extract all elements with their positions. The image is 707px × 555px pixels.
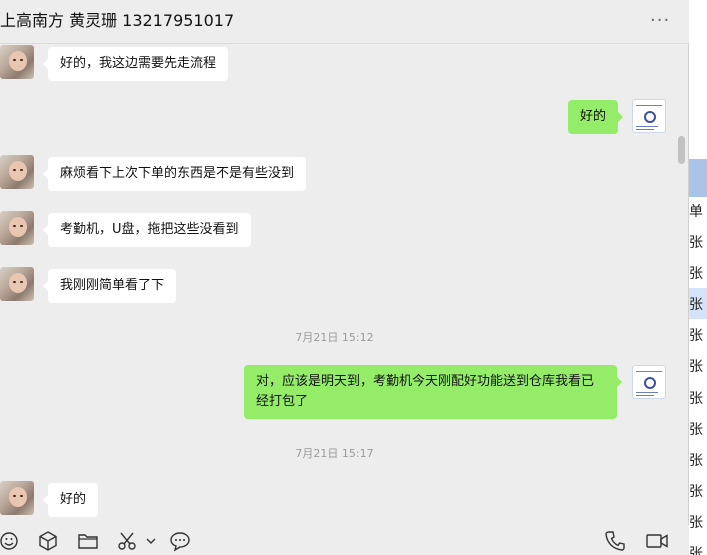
message-list[interactable]: 好的，我这边需要先走流程 好的 麻烦看下上次下单的东西是不是有些没到 考勤机，U… bbox=[0, 45, 689, 517]
emoji-icon[interactable] bbox=[0, 530, 22, 552]
conversation-item[interactable]: 张 bbox=[689, 288, 707, 319]
message-timestamp: 7月21日 15:17 bbox=[295, 447, 374, 460]
contact-avatar[interactable] bbox=[0, 211, 34, 245]
chat-bubble-icon[interactable] bbox=[169, 530, 191, 552]
conversation-item[interactable]: 张 bbox=[689, 382, 707, 413]
folder-icon[interactable] bbox=[77, 530, 99, 552]
more-options-icon[interactable]: ··· bbox=[650, 10, 670, 31]
scissors-icon[interactable] bbox=[117, 530, 139, 552]
phone-icon[interactable] bbox=[604, 530, 626, 552]
conversation-item[interactable]: 张 bbox=[689, 475, 707, 506]
conversation-item[interactable]: 单 bbox=[689, 195, 707, 226]
video-icon[interactable] bbox=[645, 530, 669, 552]
conversation-item[interactable]: 张 bbox=[689, 319, 707, 350]
conversation-item[interactable]: 张 bbox=[689, 537, 707, 555]
contact-avatar[interactable] bbox=[0, 155, 34, 189]
message-bubble-outgoing[interactable]: 对，应该是明天到，考勤机今天刚配好功能送到仓库我看已经打包了 bbox=[244, 365, 622, 419]
chat-header: 上高南方 黄灵珊 13217951017 ··· bbox=[0, 0, 689, 44]
self-avatar[interactable] bbox=[632, 99, 666, 133]
conversation-item[interactable]: 张 bbox=[689, 350, 707, 381]
conversation-item[interactable]: 张 bbox=[689, 506, 707, 537]
message-bubble-incoming[interactable]: 好的 bbox=[42, 483, 99, 517]
message-bubble-incoming[interactable]: 我刚刚简单看了下 bbox=[42, 269, 177, 303]
input-toolbar bbox=[0, 525, 689, 555]
chevron-down-icon[interactable] bbox=[142, 530, 160, 552]
message-timestamp: 7月21日 15:12 bbox=[295, 331, 374, 344]
chat-title: 上高南方 黄灵珊 13217951017 bbox=[0, 11, 235, 30]
conversation-item[interactable]: 张 bbox=[689, 413, 707, 444]
conversation-item[interactable]: 张 bbox=[689, 444, 707, 475]
message-bubble-incoming[interactable]: 好的，我这边需要先走流程 bbox=[42, 47, 229, 81]
conversation-item[interactable]: 张 bbox=[689, 226, 707, 257]
conversation-item[interactable]: 张 bbox=[689, 257, 707, 288]
message-bubble-incoming[interactable]: 考勤机，U盘，拖把这些没看到 bbox=[43, 213, 251, 247]
contact-avatar[interactable] bbox=[0, 481, 34, 515]
contact-avatar[interactable] bbox=[0, 267, 34, 301]
message-bubble-incoming[interactable]: 麻烦看下上次下单的东西是不是有些没到 bbox=[42, 157, 307, 191]
cube-icon[interactable] bbox=[37, 530, 59, 552]
conversation-list[interactable]: 单 张 张 张 张 张 张 张 张 张 张 张 bbox=[689, 0, 707, 555]
chat-window: 上高南方 黄灵珊 13217951017 ··· 好的，我这边需要先走流程 好的… bbox=[0, 0, 689, 555]
conversation-item[interactable] bbox=[689, 159, 707, 197]
contact-avatar[interactable] bbox=[0, 45, 34, 79]
message-bubble-outgoing[interactable]: 好的 bbox=[567, 100, 624, 134]
message-scrollbar[interactable] bbox=[678, 136, 685, 164]
self-avatar[interactable] bbox=[632, 365, 666, 399]
